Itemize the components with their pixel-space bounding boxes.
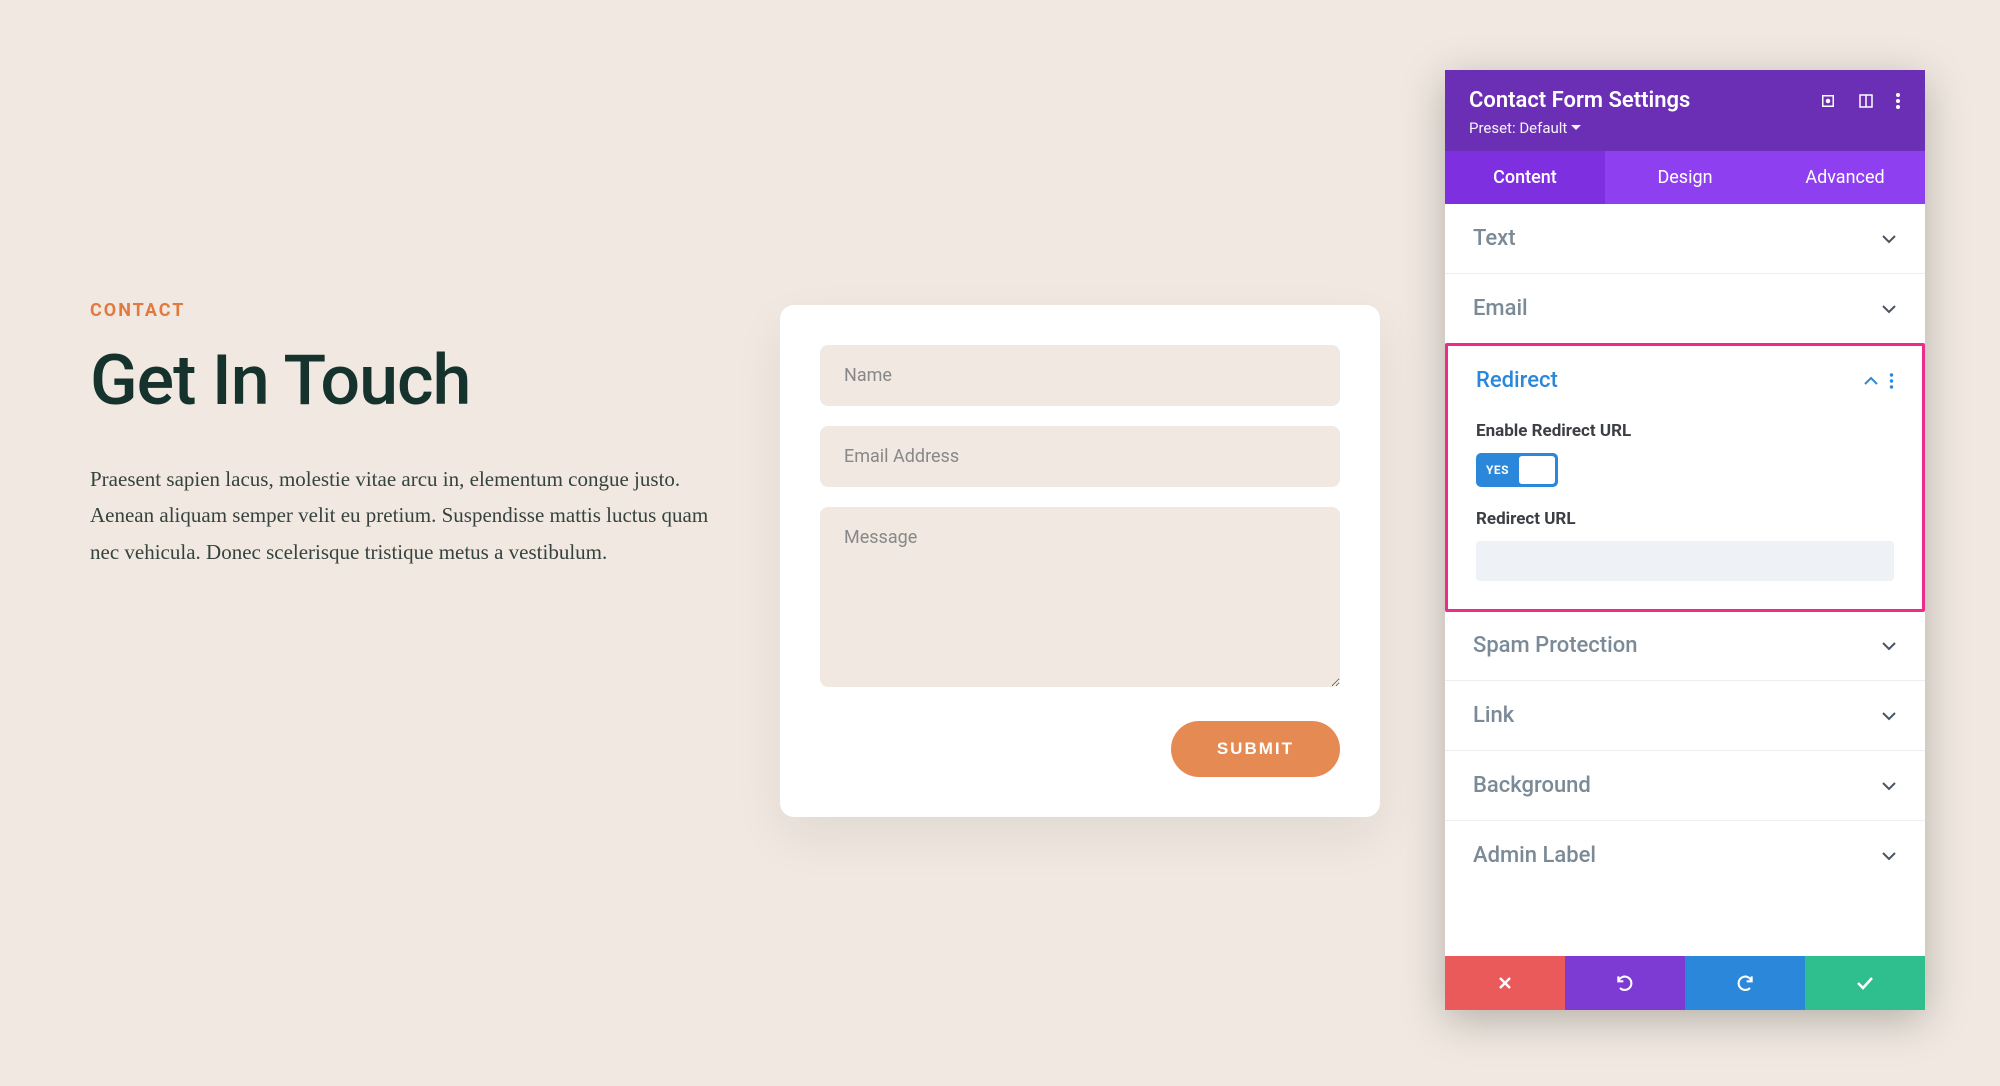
undo-icon	[1615, 973, 1635, 993]
section-redirect-highlighted: Redirect Enable Redirect URL YES Redirec…	[1445, 343, 1925, 612]
toggle-knob	[1519, 456, 1555, 484]
section-spam-protection[interactable]: Spam Protection	[1445, 611, 1925, 681]
message-field[interactable]	[820, 507, 1340, 687]
name-field[interactable]	[820, 345, 1340, 406]
chevron-down-icon	[1881, 851, 1897, 861]
enable-redirect-toggle[interactable]: YES	[1476, 453, 1558, 487]
page-title: Get In Touch	[90, 345, 730, 419]
section-label: Spam Protection	[1473, 633, 1637, 658]
eyebrow-label: CONTACT	[90, 300, 730, 321]
email-field[interactable]	[820, 426, 1340, 487]
chevron-down-icon	[1881, 711, 1897, 721]
expand-icon[interactable]	[1819, 92, 1837, 110]
submit-button[interactable]: SUBMIT	[1171, 721, 1340, 777]
page-content: CONTACT Get In Touch Praesent sapien lac…	[90, 300, 730, 571]
close-icon	[1497, 975, 1513, 991]
preset-dropdown[interactable]: Preset: Default	[1469, 119, 1581, 137]
chevron-down-icon	[1881, 234, 1897, 244]
section-admin-label[interactable]: Admin Label	[1445, 821, 1925, 890]
chevron-down-icon	[1881, 641, 1897, 651]
panel-footer	[1445, 956, 1925, 1010]
section-label: Background	[1473, 773, 1591, 798]
redirect-body: Enable Redirect URL YES Redirect URL	[1448, 421, 1922, 609]
layout-icon[interactable]	[1857, 92, 1875, 110]
page-body-text: Praesent sapien lacus, molestie vitae ar…	[90, 461, 730, 571]
section-email[interactable]: Email	[1445, 274, 1925, 344]
chevron-down-icon	[1881, 781, 1897, 791]
section-label: Email	[1473, 296, 1528, 321]
toggle-value: YES	[1486, 463, 1509, 477]
undo-button[interactable]	[1565, 956, 1685, 1010]
section-label: Redirect	[1476, 368, 1558, 393]
chevron-down-icon	[1881, 304, 1897, 314]
section-text[interactable]: Text	[1445, 204, 1925, 274]
check-icon	[1855, 975, 1875, 991]
panel-body[interactable]: Text Email Redirect	[1445, 204, 1925, 956]
chevron-up-icon	[1863, 376, 1879, 386]
panel-header: Contact Form Settings Preset: Default	[1445, 70, 1925, 151]
redirect-url-field[interactable]	[1476, 541, 1894, 581]
section-label: Text	[1473, 226, 1516, 251]
settings-panel: Contact Form Settings Preset: Default Co…	[1445, 70, 1925, 1010]
more-icon[interactable]	[1895, 92, 1901, 110]
save-button[interactable]	[1805, 956, 1925, 1010]
redo-button[interactable]	[1685, 956, 1805, 1010]
preset-label: Preset: Default	[1469, 119, 1567, 137]
section-label: Admin Label	[1473, 843, 1596, 868]
tab-design[interactable]: Design	[1605, 151, 1765, 204]
cancel-button[interactable]	[1445, 956, 1565, 1010]
enable-redirect-label: Enable Redirect URL	[1476, 421, 1894, 441]
redo-icon	[1735, 973, 1755, 993]
panel-tabs: Content Design Advanced	[1445, 151, 1925, 204]
redirect-url-label: Redirect URL	[1476, 509, 1894, 529]
more-icon[interactable]	[1889, 373, 1894, 389]
section-label: Link	[1473, 703, 1514, 728]
submit-row: SUBMIT	[820, 721, 1340, 777]
tab-advanced[interactable]: Advanced	[1765, 151, 1925, 204]
tab-content[interactable]: Content	[1445, 151, 1605, 204]
section-link[interactable]: Link	[1445, 681, 1925, 751]
section-background[interactable]: Background	[1445, 751, 1925, 821]
section-redirect[interactable]: Redirect	[1448, 346, 1922, 415]
chevron-down-icon	[1571, 124, 1581, 132]
panel-title: Contact Form Settings	[1469, 88, 1690, 113]
contact-form-card: SUBMIT	[780, 305, 1380, 817]
